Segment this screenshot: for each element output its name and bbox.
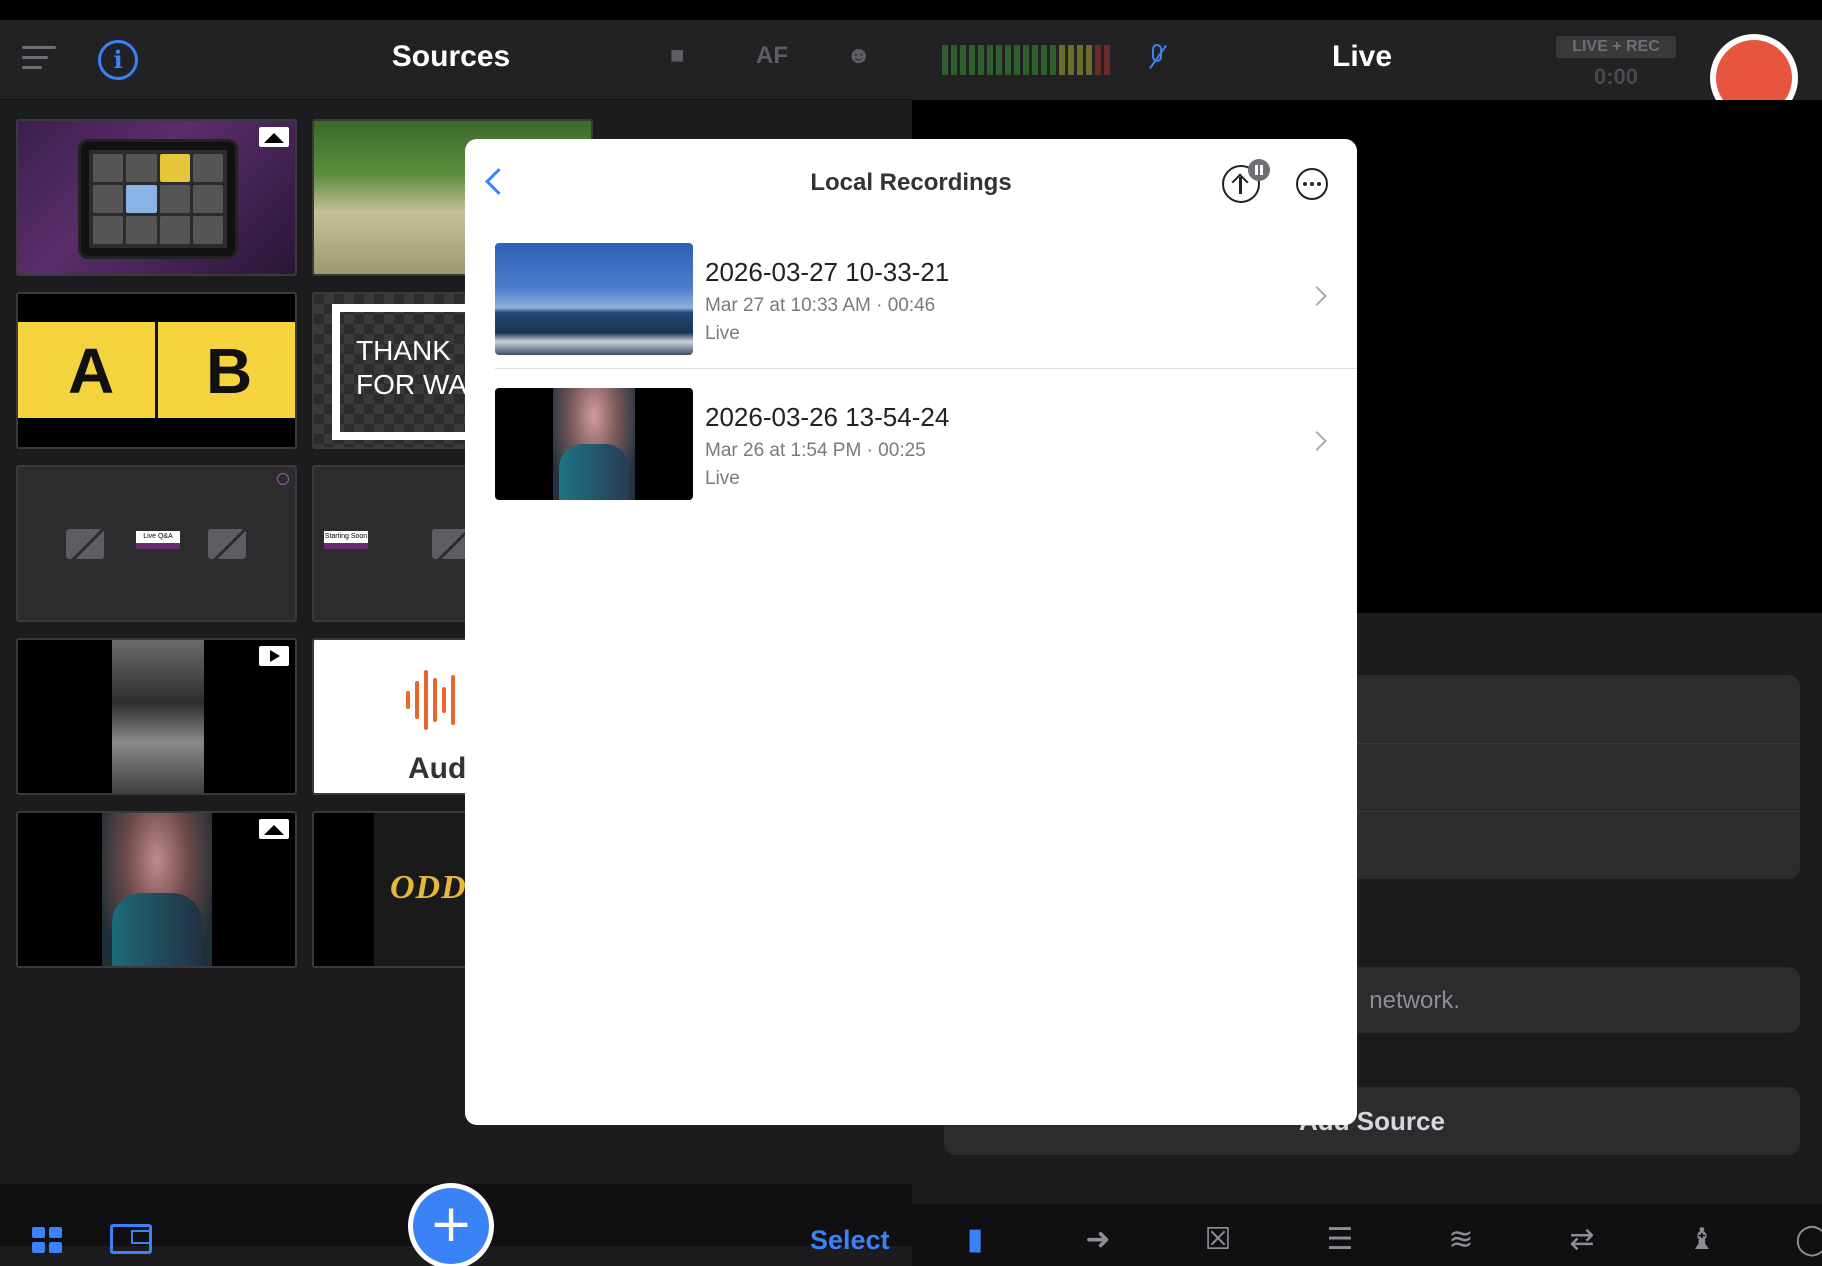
adjustments-icon[interactable]: ☰ bbox=[1320, 1222, 1360, 1258]
qa-sublabel bbox=[136, 543, 180, 549]
starting-soon-sublabel bbox=[324, 543, 368, 549]
audio-wave-icon bbox=[406, 670, 455, 730]
transition-icon[interactable]: ☒ bbox=[1198, 1222, 1238, 1258]
network-message-text: network. bbox=[1369, 987, 1460, 1014]
image-badge-icon bbox=[259, 819, 289, 839]
thank-line2: FOR WAT bbox=[356, 369, 482, 400]
chevron-right-icon bbox=[1307, 286, 1327, 306]
video-badge-icon bbox=[259, 646, 289, 666]
audio-level-meter bbox=[942, 45, 1110, 75]
recording-row[interactable]: 2026-03-26 13-54-24 Mar 26 at 1:54 PM · … bbox=[495, 388, 1357, 533]
recording-kind: Live bbox=[705, 468, 740, 489]
layout-view-icon[interactable] bbox=[110, 1224, 152, 1254]
tablet-image bbox=[78, 139, 238, 259]
autofocus-button[interactable]: AF bbox=[756, 42, 788, 70]
stamp-icon[interactable]: ♝ bbox=[1682, 1222, 1722, 1258]
source-tile-live-qa[interactable]: Live Q&A bbox=[16, 465, 297, 622]
source-tile-video[interactable] bbox=[16, 638, 297, 795]
recording-thumbnail bbox=[495, 243, 693, 355]
audio-icon[interactable]: ≋ bbox=[1441, 1222, 1481, 1258]
add-source-button[interactable]: + bbox=[408, 1183, 494, 1266]
starting-soon-label: Starting Soon bbox=[324, 531, 368, 543]
live-title: Live bbox=[1332, 40, 1393, 73]
recording-kind: Live bbox=[705, 323, 740, 344]
source-tile-ab[interactable]: A B bbox=[16, 292, 297, 449]
plus-icon: + bbox=[413, 1188, 489, 1264]
select-button[interactable]: Select bbox=[810, 1225, 890, 1256]
recording-meta: Mar 27 at 10:33 AM · 00:46 bbox=[705, 295, 936, 316]
live-rec-timer: 0:00 bbox=[1593, 64, 1639, 89]
status-dot-icon bbox=[277, 473, 289, 485]
presenter-add-icon[interactable]: ☻ bbox=[846, 42, 871, 70]
recording-row[interactable]: 2026-03-27 10-33-21 Mar 27 at 10:33 AM ·… bbox=[495, 243, 1357, 388]
source-tile-portrait[interactable] bbox=[16, 811, 297, 968]
recording-thumbnail bbox=[495, 388, 693, 500]
ab-letter-a: A bbox=[68, 335, 115, 407]
upload-paused-icon bbox=[1248, 159, 1270, 181]
more-options-icon[interactable] bbox=[1296, 168, 1328, 200]
video-thumbnail bbox=[112, 640, 204, 793]
thank-line1: THANK bbox=[356, 335, 451, 366]
recording-name: 2026-03-26 13-54-24 bbox=[705, 402, 950, 432]
recording-name: 2026-03-27 10-33-21 bbox=[705, 257, 950, 287]
ab-letter-b: B bbox=[206, 335, 253, 407]
camera-icon[interactable]: ▮ bbox=[955, 1222, 995, 1258]
recording-meta: Mar 26 at 1:54 PM · 00:25 bbox=[705, 440, 926, 461]
row-divider bbox=[495, 368, 1357, 369]
portrait-image bbox=[102, 813, 212, 966]
sources-header: i Sources ■ AF ☻ bbox=[0, 20, 912, 100]
thank-text: THANK FOR WAT bbox=[356, 334, 482, 402]
camera-off-icon bbox=[208, 523, 252, 563]
chevron-right-icon bbox=[1307, 431, 1327, 451]
switch-icon[interactable]: ⇄ bbox=[1562, 1222, 1602, 1258]
source-tile-tablet[interactable] bbox=[16, 119, 297, 276]
grid-view-icon[interactable] bbox=[32, 1227, 62, 1253]
local-recordings-modal: Local Recordings 2026-03-27 10-33-21 Mar… bbox=[465, 139, 1357, 1125]
qa-label: Live Q&A bbox=[136, 531, 180, 543]
mic-muted-icon[interactable] bbox=[1148, 44, 1167, 74]
ab-divider bbox=[155, 322, 158, 418]
chat-icon[interactable]: ◯ bbox=[1792, 1222, 1822, 1258]
output-icon[interactable]: ➜ bbox=[1078, 1222, 1118, 1258]
live-header: Live LIVE + REC 0:00 bbox=[912, 20, 1822, 122]
live-rec-badge: LIVE + REC bbox=[1556, 36, 1676, 58]
camera-switch-icon[interactable]: ■ bbox=[670, 42, 685, 70]
camera-off-icon bbox=[66, 523, 110, 563]
image-badge-icon bbox=[259, 127, 289, 147]
audio-label: Aud bbox=[408, 752, 467, 785]
status-bar bbox=[0, 0, 1822, 20]
